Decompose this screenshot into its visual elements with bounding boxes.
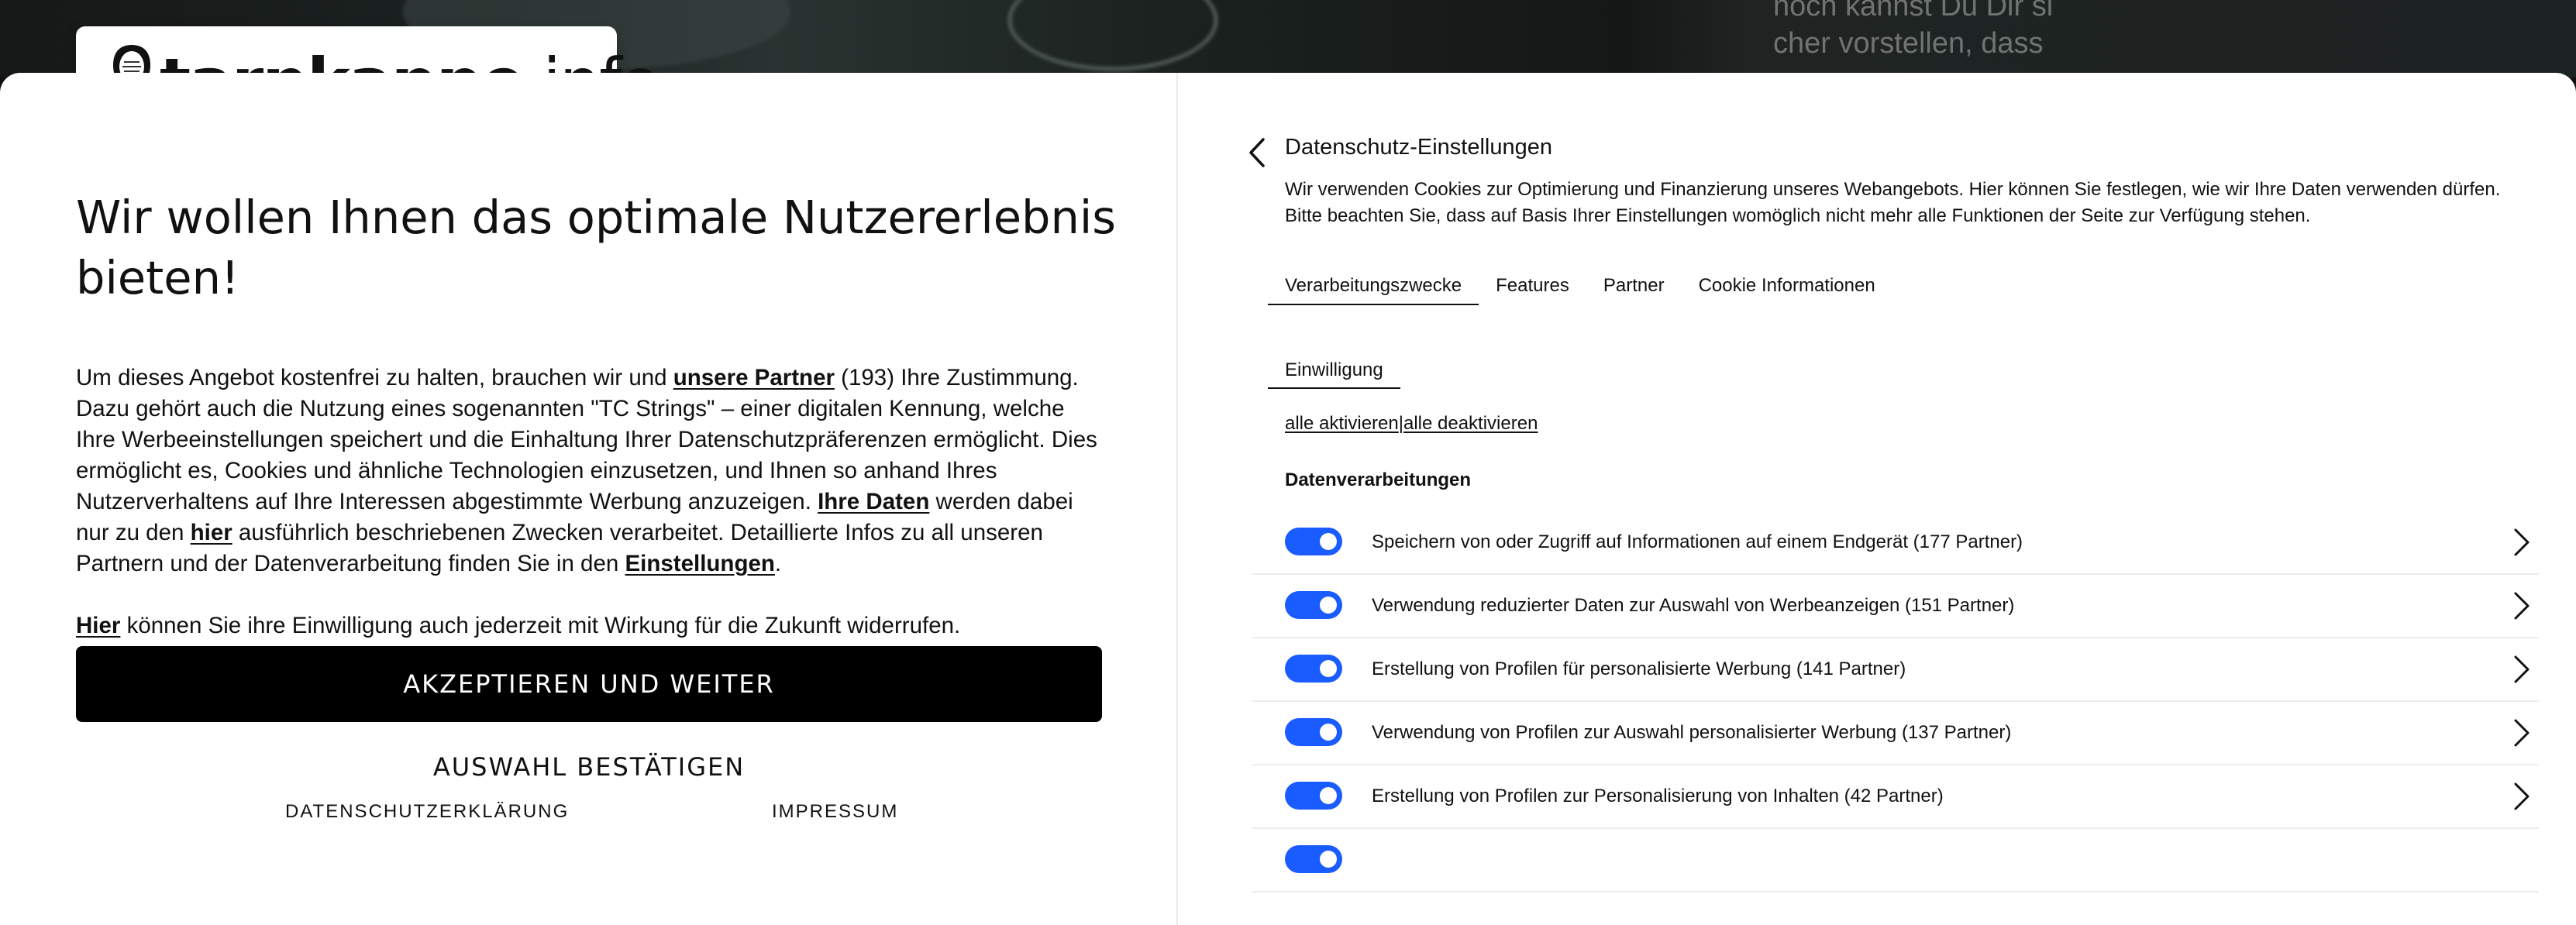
consent-headline: Wir wollen Ihnen das optimale Nutzererle… [76,191,1117,304]
back-arrow-icon[interactable] [1243,133,1274,172]
settings-link[interactable]: Einstellungen [625,551,774,576]
settings-tabs: Verarbeitungszwecke Features Partner Coo… [1268,268,1892,307]
purpose-toggle[interactable] [1285,782,1342,810]
purpose-row[interactable]: Erstellung von Profilen für personalisie… [1252,638,2539,702]
revoke-text: Hier können Sie ihre Einwilligung auch j… [76,613,961,638]
purpose-row[interactable]: Erstellung von Profilen zur Personalisie… [1252,765,2539,829]
tab-partner[interactable]: Partner [1586,268,1682,304]
purpose-toggle[interactable] [1285,591,1342,619]
partners-link[interactable]: unsere Partner [673,365,835,390]
chevron-right-icon[interactable] [2512,527,2531,558]
purposes-here-link[interactable]: hier [191,520,232,545]
tab-processing-purposes[interactable]: Verarbeitungszwecke [1268,268,1479,305]
purpose-label: Verwendung reduzierter Daten zur Auswahl… [1372,595,2015,616]
accept-and-continue-button[interactable]: AKZEPTIEREN UND WEITER [76,646,1102,722]
purpose-label: Speichern von oder Zugriff auf Informati… [1372,531,2023,552]
imprint-link[interactable]: IMPRESSUM [772,801,898,823]
purpose-label: Verwendung von Profilen zur Auswahl pers… [1372,722,2012,743]
consent-left-pane: Wir wollen Ihnen das optimale Nutzererle… [0,73,1176,925]
consent-intro-text: Um dieses Angebot kostenfrei zu halten, … [76,365,1097,576]
purpose-toggle[interactable] [1285,528,1342,555]
data-processing-heading: Datenverarbeitungen [1285,469,1472,490]
purpose-label: Erstellung von Profilen für personalisie… [1372,659,1906,679]
purpose-row[interactable]: Verwendung reduzierter Daten zur Auswahl… [1252,575,2539,638]
deactivate-all-link[interactable]: alle deaktivieren [1403,413,1538,434]
confirm-selection-button[interactable]: AUSWAHL BESTÄTIGEN [76,738,1102,796]
purpose-label: Erstellung von Profilen zur Personalisie… [1372,786,1944,806]
chevron-right-icon[interactable] [2512,717,2531,748]
bulk-actions: alle aktivieren|alle deaktivieren [1285,413,1538,434]
revoke-link[interactable]: Hier [76,613,120,638]
purpose-toggle[interactable] [1285,845,1342,873]
activate-all-link[interactable]: alle aktivieren [1285,413,1399,434]
purpose-list: Speichern von oder Zugriff auf Informati… [1252,511,2539,892]
tab-cookie-information[interactable]: Cookie Informationen [1682,268,1892,304]
settings-description: Wir verwenden Cookies zur Optimierung un… [1285,179,2501,226]
privacy-settings-pane: Datenschutz-Einstellungen Wir verwenden … [1178,73,2576,925]
your-data-link[interactable]: Ihre Daten [818,489,929,514]
purpose-toggle[interactable] [1285,655,1342,683]
purpose-toggle[interactable] [1285,718,1342,746]
tab-features[interactable]: Features [1479,268,1586,304]
consent-modal: Wir wollen Ihnen das optimale Nutzererle… [0,73,2576,925]
purpose-row[interactable]: Verwendung von Profilen zur Auswahl pers… [1252,702,2539,765]
chevron-right-icon[interactable] [2512,590,2531,621]
privacy-policy-link[interactable]: DATENSCHUTZERKLÄRUNG [285,801,569,823]
purpose-row[interactable] [1252,829,2539,892]
purpose-row[interactable]: Speichern von oder Zugriff auf Informati… [1252,511,2539,575]
tab-consent[interactable]: Einwilligung [1268,353,1400,389]
background-image-detail [1007,0,1218,71]
chevron-right-icon[interactable] [2512,781,2531,812]
settings-title: Datenschutz-Einstellungen [1285,135,1552,160]
background-article-text: noch kannst Du Dir si cher vorstellen, d… [1773,0,2054,60]
chevron-right-icon[interactable] [2512,654,2531,685]
